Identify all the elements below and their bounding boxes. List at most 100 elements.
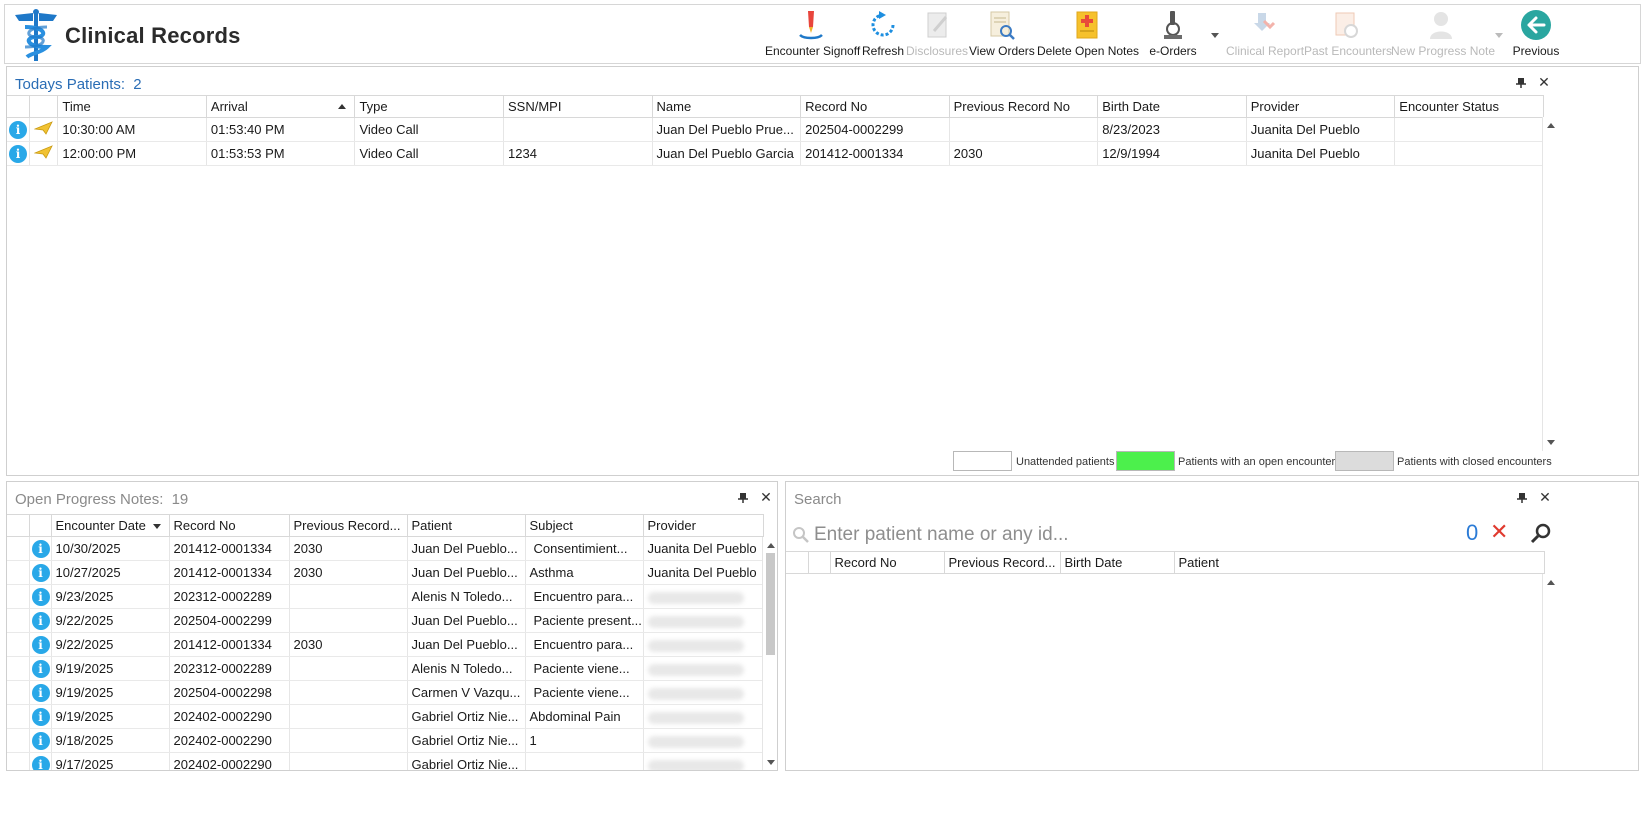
close-icon[interactable]: ✕ (1537, 75, 1551, 89)
redacted-provider (647, 735, 744, 748)
vertical-scrollbar[interactable] (1542, 117, 1558, 451)
video-call-icon (29, 117, 59, 142)
find-icon[interactable] (1530, 522, 1552, 547)
view-orders-icon (990, 11, 1015, 40)
row-indicator (7, 752, 30, 770)
new-progress-note-button[interactable]: New Progress Note (1391, 7, 1496, 63)
cell-type: Video Call (354, 141, 504, 166)
info-cell: i (29, 704, 52, 729)
info-icon[interactable]: i (31, 563, 50, 582)
column-header-previous-record[interactable]: Previous Record No (949, 95, 1099, 118)
e-orders-dropdown-icon[interactable] (1211, 33, 1219, 38)
info-icon[interactable]: i (31, 683, 50, 702)
column-header-birth-date[interactable]: Birth Date (1060, 551, 1175, 574)
info-icon[interactable]: i (31, 659, 50, 678)
table-row[interactable]: i 9/19/2025 202402-0002290 Gabriel Ortiz Ni… (7, 704, 764, 729)
delete-open-notes-button[interactable]: Delete Open Notes (1037, 7, 1139, 63)
column-header-patient[interactable]: Patient (1174, 551, 1545, 574)
search-input[interactable] (814, 522, 1454, 548)
close-icon[interactable]: ✕ (759, 490, 773, 504)
close-icon[interactable]: ✕ (1538, 490, 1552, 504)
cell-prev-record (289, 752, 408, 770)
column-header-indicator (7, 514, 30, 537)
column-header-subject[interactable]: Subject (525, 514, 644, 537)
table-row[interactable]: i 10/27/2025 201412-0001334 2030 Juan Del Pu… (7, 560, 764, 585)
toolbar-label: New Progress Note (1391, 44, 1496, 58)
scroll-down-icon[interactable] (767, 760, 775, 765)
scroll-up-icon[interactable] (1547, 580, 1555, 585)
vertical-scrollbar[interactable] (762, 537, 777, 770)
open-progress-notes-table: Encounter Date Record No Previous Record… (7, 514, 764, 770)
column-header-previous-record[interactable]: Previous Record... (289, 514, 408, 537)
cell-prev-record (289, 608, 408, 633)
table-row[interactable]: i 9/23/2025 202312-0002289 Alenis N Toledo.… (7, 584, 764, 609)
row-indicator (7, 584, 30, 609)
info-cell: i (29, 752, 52, 770)
scroll-thumb[interactable] (766, 553, 775, 655)
new-note-dropdown-icon[interactable] (1495, 33, 1503, 38)
info-icon[interactable]: i (31, 635, 50, 654)
scroll-up-icon[interactable] (1547, 123, 1555, 128)
pin-icon[interactable] (1515, 77, 1527, 89)
info-icon[interactable]: i (31, 611, 50, 630)
column-header-encounter-date[interactable]: Encounter Date (51, 514, 170, 537)
clinical-report-button[interactable]: Clinical Report (1226, 7, 1304, 63)
info-icon[interactable]: i (31, 755, 50, 770)
cell-name: Juan Del Pueblo Prue... (652, 117, 802, 142)
column-header-type[interactable]: Type (354, 95, 504, 118)
past-encounters-button[interactable]: Past Encounters (1304, 7, 1392, 63)
encounter-signoff-button[interactable]: Encounter Signoff (765, 7, 860, 63)
info-icon[interactable]: i (31, 731, 50, 750)
clear-search-icon[interactable]: ✕ (1490, 520, 1508, 544)
column-header-provider[interactable]: Provider (643, 514, 764, 537)
disclosures-button[interactable]: Disclosures (906, 7, 968, 63)
refresh-button[interactable]: Refresh (858, 7, 908, 63)
pin-icon[interactable] (737, 492, 749, 504)
e-orders-button[interactable]: e-Orders (1146, 7, 1200, 63)
table-row[interactable]: i 9/18/2025 202402-0002290 Gabriel Ortiz Ni… (7, 728, 764, 753)
info-icon[interactable]: i (31, 707, 50, 726)
table-row[interactable]: i 9/17/2025 202402-0002290 Gabriel Ortiz Ni… (7, 752, 764, 770)
previous-button[interactable]: Previous (1509, 7, 1563, 63)
search-result-count: 0 (1466, 520, 1479, 545)
cell-record-no: 202402-0002290 (169, 704, 290, 729)
cell-prev-record (289, 584, 408, 609)
column-header-record-no[interactable]: Record No (830, 551, 945, 574)
vertical-scrollbar[interactable] (1542, 574, 1558, 770)
scroll-down-icon[interactable] (1547, 440, 1555, 445)
table-row[interactable]: i 10/30/2025 201412-0001334 2030 Juan Del Pu… (7, 536, 764, 561)
pin-icon[interactable] (1516, 492, 1528, 504)
cell-record-no: 202504-0002299 (169, 608, 290, 633)
scroll-up-icon[interactable] (767, 543, 775, 548)
column-header-ssn[interactable]: SSN/MPI (503, 95, 653, 118)
column-header-name[interactable]: Name (652, 95, 802, 118)
cell-patient: Alenis N Toledo... (407, 584, 526, 609)
column-header-arrival[interactable]: Arrival (206, 95, 356, 118)
redacted-provider (647, 639, 744, 652)
column-header-provider[interactable]: Provider (1246, 95, 1396, 118)
table-row[interactable]: i 9/19/2025 202504-0002298 Carmen V Vazqu..… (7, 680, 764, 705)
view-orders-button[interactable]: View Orders (969, 7, 1035, 63)
table-row[interactable]: i 12:00:00 PM 01:53:53 PM Video Call 1234 Jua… (7, 141, 1544, 166)
column-header-birth-date[interactable]: Birth Date (1097, 95, 1247, 118)
column-header-time[interactable]: Time (57, 95, 207, 118)
info-icon[interactable]: i (31, 587, 50, 606)
column-header-record-no[interactable]: Record No (800, 95, 950, 118)
column-header-encounter-status[interactable]: Encounter Status (1394, 95, 1544, 118)
column-header-record-no[interactable]: Record No (169, 514, 290, 537)
table-row[interactable]: i 9/22/2025 202504-0002299 Juan Del Pueblo.… (7, 608, 764, 633)
info-icon[interactable]: i (9, 120, 27, 139)
todays-patients-title: Todays Patients: 2 (15, 76, 142, 93)
legend-swatch-unattended (953, 451, 1012, 471)
column-header-previous-record[interactable]: Previous Record... (944, 551, 1061, 574)
info-icon[interactable]: i (31, 539, 50, 558)
table-row[interactable]: i 9/22/2025 201412-0001334 2030 Juan Del Pue… (7, 632, 764, 657)
table-row[interactable]: i 10:30:00 AM 01:53:40 PM Video Call Juan De… (7, 117, 1544, 142)
legend-label-unattended: Unattended patients (1016, 456, 1115, 468)
row-indicator (7, 656, 30, 681)
table-row[interactable]: i 9/19/2025 202312-0002289 Alenis N Toledo.… (7, 656, 764, 681)
column-header-patient[interactable]: Patient (407, 514, 526, 537)
cell-provider (643, 680, 764, 705)
info-icon[interactable]: i (9, 144, 27, 163)
cell-status (1394, 117, 1544, 142)
